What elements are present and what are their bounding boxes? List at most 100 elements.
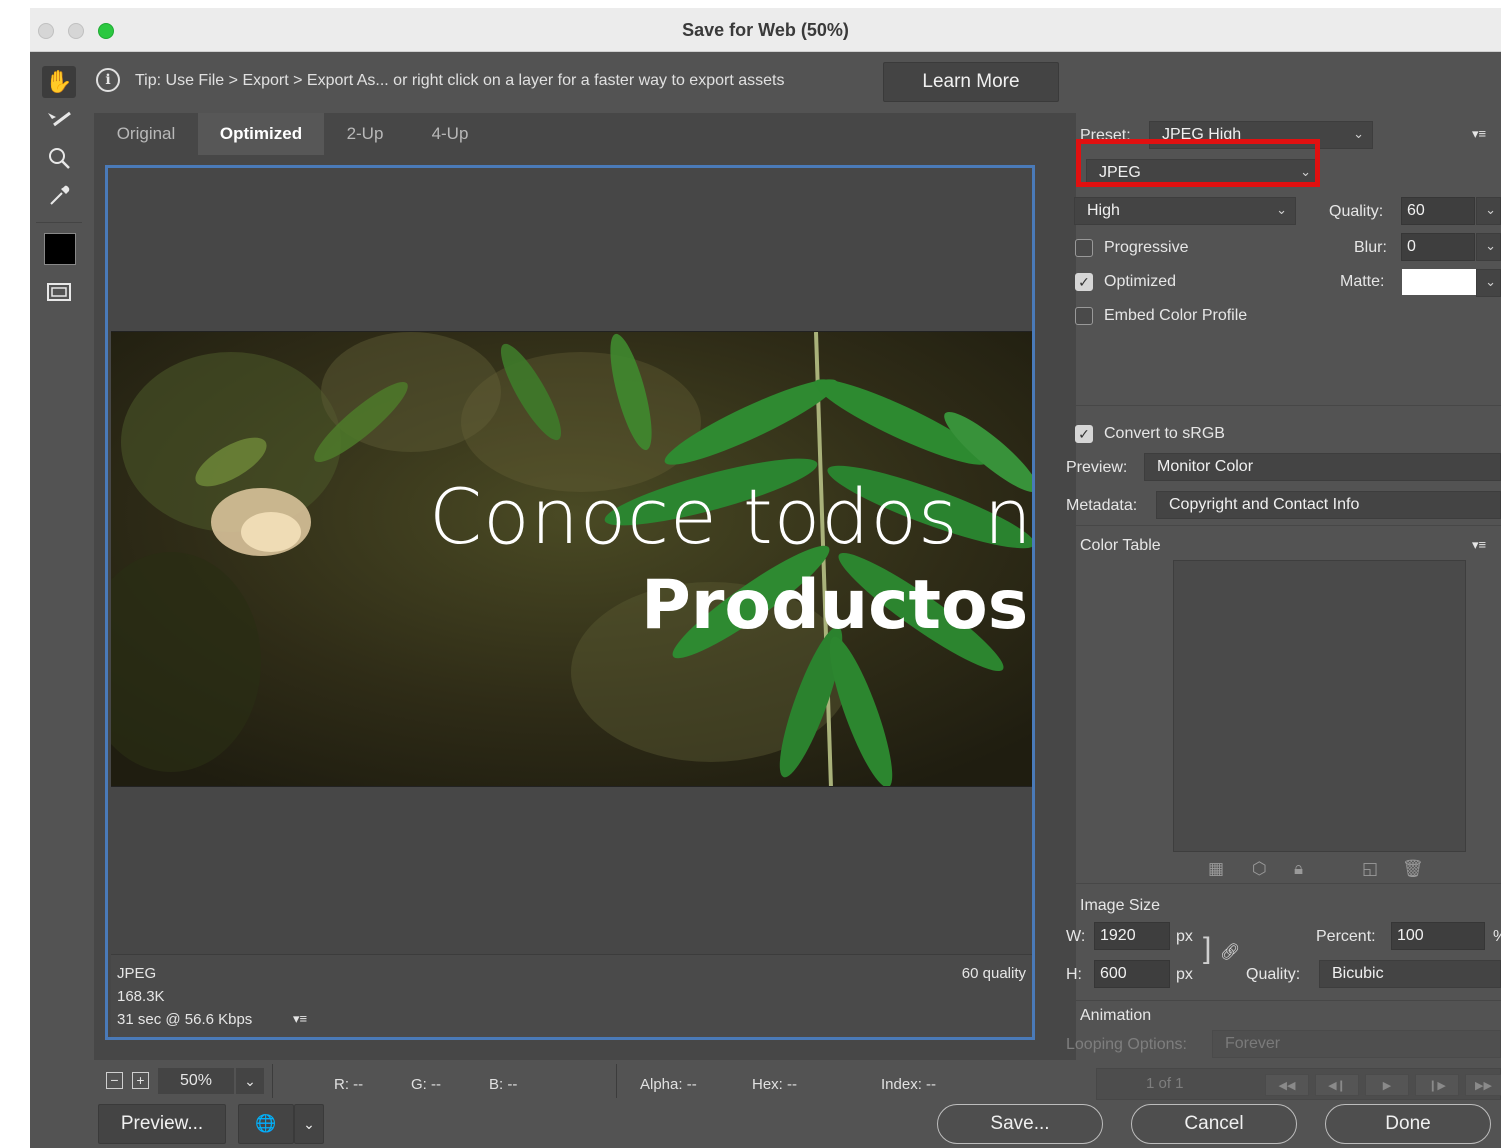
blur-label: Blur: xyxy=(1354,239,1387,256)
eyedropper-icon[interactable] xyxy=(42,180,76,212)
readout-b: B: -- xyxy=(489,1076,518,1093)
zoom-icon[interactable] xyxy=(42,142,76,174)
metadata-value: Copyright and Contact Info xyxy=(1169,496,1360,513)
title-bar: Save for Web (50%) xyxy=(30,8,1501,52)
slice-select-icon[interactable] xyxy=(42,104,76,136)
tab-original[interactable]: Original xyxy=(94,113,198,155)
cancel-button[interactable]: Cancel xyxy=(1131,1104,1297,1144)
preview-color-value: Monitor Color xyxy=(1157,458,1254,475)
matte-label: Matte: xyxy=(1340,273,1385,290)
blur-slider-toggle[interactable]: ⌄ xyxy=(1476,233,1501,261)
resample-quality-dropdown[interactable]: Bicubic xyxy=(1319,960,1501,988)
format-dropdown-highlight xyxy=(1076,139,1320,187)
trash-icon[interactable]: 🗑︎ xyxy=(1402,859,1424,879)
width-unit: px xyxy=(1176,928,1193,945)
color-table[interactable] xyxy=(1173,560,1466,852)
tab-4-up[interactable]: 4-Up xyxy=(406,113,494,155)
web-snap-icon[interactable]: ▦ xyxy=(1208,859,1224,879)
compression-quality-dropdown[interactable]: High ⌄ xyxy=(1074,197,1296,225)
panel-divider xyxy=(1066,525,1501,526)
metadata-label: Metadata: xyxy=(1066,497,1138,514)
color-table-heading: Color Table xyxy=(1080,537,1161,554)
window-title: Save for Web (50%) xyxy=(682,20,849,40)
new-color-icon[interactable]: ◱ xyxy=(1362,859,1378,879)
eyedropper-color-swatch[interactable] xyxy=(44,233,76,265)
zoom-out-button[interactable]: − xyxy=(106,1072,123,1089)
resample-quality-label: Quality: xyxy=(1246,966,1301,983)
optimized-preview-frame[interactable]: Conoce todos nu Productos JPEG 168.3K 31… xyxy=(105,165,1035,1040)
percent-field[interactable]: 100 xyxy=(1391,922,1485,950)
compression-quality-value: High xyxy=(1087,202,1120,219)
percent-sign: % xyxy=(1493,928,1501,946)
readout-r: R: -- xyxy=(334,1076,364,1093)
save-button[interactable]: Save... xyxy=(937,1104,1103,1144)
learn-more-button[interactable]: Learn More xyxy=(883,62,1059,102)
matte-dropdown[interactable]: ⌄ xyxy=(1476,269,1501,297)
embed-color-profile-checkbox[interactable] xyxy=(1075,307,1093,325)
browser-preview-icon[interactable]: 🌐 xyxy=(238,1104,294,1144)
preview-label: Preview: xyxy=(1066,459,1128,476)
last-frame-button: ▶▶ xyxy=(1465,1074,1501,1096)
quality-field[interactable]: 60 xyxy=(1401,197,1475,225)
preview-button[interactable]: Preview... xyxy=(98,1104,226,1144)
play-button: ▶ xyxy=(1365,1074,1409,1096)
info-icon: i xyxy=(96,68,120,92)
divider xyxy=(272,1064,273,1098)
metadata-dropdown[interactable]: Copyright and Contact Info xyxy=(1156,491,1501,519)
divider xyxy=(616,1064,617,1098)
readout-g: G: -- xyxy=(411,1076,441,1093)
preview-canvas[interactable]: Conoce todos nu Productos JPEG 168.3K 31… xyxy=(94,155,1076,1060)
browser-select-dropdown[interactable]: ⌄ xyxy=(294,1104,324,1144)
quality-slider-toggle[interactable]: ⌄ xyxy=(1476,197,1501,225)
convert-srgb-checkbox[interactable]: ✓ xyxy=(1075,425,1093,443)
panel-divider xyxy=(1066,883,1501,884)
optimization-info: JPEG 168.3K 31 sec @ 56.6 Kbps ▾≡ 60 qua… xyxy=(111,954,1032,1037)
toolbar-divider xyxy=(36,222,82,223)
image-headline-line1: Conoce todos nu xyxy=(429,472,1032,561)
color-table-menu-icon[interactable]: ▾≡ xyxy=(1472,537,1486,553)
next-frame-button: ❙▶ xyxy=(1415,1074,1459,1096)
zoom-dropdown[interactable]: ⌄ xyxy=(236,1068,264,1094)
panel-menu-icon[interactable]: ▾≡ xyxy=(1472,126,1486,142)
readout-index: Index: -- xyxy=(881,1076,937,1093)
blur-field[interactable]: 0 xyxy=(1401,233,1475,261)
tab-optimized[interactable]: Optimized xyxy=(198,113,324,155)
looping-options-dropdown: Forever xyxy=(1212,1030,1501,1058)
done-button[interactable]: Done xyxy=(1325,1104,1491,1144)
quality-label: Quality: xyxy=(1329,203,1384,220)
resample-quality-value: Bicubic xyxy=(1332,965,1384,982)
zoom-readout-bar: − + 50% ⌄ R: -- G: -- B: -- Alpha: -- He… xyxy=(94,1060,1076,1100)
animation-heading: Animation xyxy=(1080,1007,1152,1024)
tab-2-up[interactable]: 2-Up xyxy=(324,113,406,155)
previous-frame-button: ◀❙ xyxy=(1315,1074,1359,1096)
progressive-checkbox[interactable] xyxy=(1075,239,1093,257)
panel-divider xyxy=(1066,1000,1501,1001)
action-bar: Preview... 🌐 ⌄ Save... Cancel Done xyxy=(30,1100,1501,1148)
tools-toolbar: ✋ xyxy=(30,52,88,1148)
matte-color-swatch[interactable] xyxy=(1402,269,1476,295)
optimized-checkbox[interactable]: ✓ xyxy=(1075,273,1093,291)
zoom-level-field[interactable]: 50% xyxy=(158,1068,234,1094)
download-rate-menu-icon[interactable]: ▾≡ xyxy=(293,1011,307,1027)
view-tabs: Original Optimized 2-Up 4-Up xyxy=(94,113,1076,155)
panel-divider xyxy=(1066,405,1501,406)
info-format: JPEG xyxy=(117,965,157,982)
link-icon[interactable]: 🔗︎ xyxy=(1220,942,1240,962)
preview-color-dropdown[interactable]: Monitor Color xyxy=(1144,453,1501,481)
height-label: H: xyxy=(1066,966,1082,983)
zoom-in-button[interactable]: + xyxy=(132,1072,149,1089)
info-quality: 60 quality xyxy=(961,965,1026,982)
constrain-bracket: ] xyxy=(1203,932,1212,965)
progressive-label: Progressive xyxy=(1104,239,1189,256)
web-shift-icon[interactable]: ⬡ xyxy=(1252,859,1267,879)
animation-frame-controls: 1 of 1 ◀◀ ◀❙ ▶ ❙▶ ▶▶ xyxy=(1096,1068,1501,1100)
lock-icon[interactable]: 🔒︎ xyxy=(1294,859,1303,879)
width-field[interactable]: 1920 xyxy=(1094,922,1170,950)
info-file-size: 168.3K xyxy=(117,988,165,1005)
percent-label: Percent: xyxy=(1316,928,1376,945)
tip-text: Tip: Use File > Export > Export As... or… xyxy=(135,72,785,89)
height-field[interactable]: 600 xyxy=(1094,960,1170,988)
hand-icon[interactable]: ✋ xyxy=(42,66,76,98)
slice-visibility-icon[interactable] xyxy=(42,276,76,308)
preview-image: Conoce todos nu Productos xyxy=(111,331,1032,787)
